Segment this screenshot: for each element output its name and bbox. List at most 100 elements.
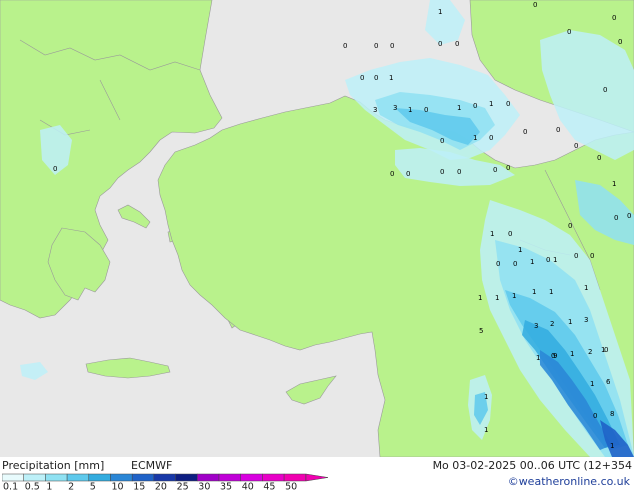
map-value: 1 <box>518 246 522 254</box>
legend-tick-label: 1 <box>46 482 52 490</box>
map-value: 0 <box>618 38 622 46</box>
map-value: 0 <box>513 260 517 268</box>
map-value: 1 <box>536 354 540 362</box>
legend-title: Precipitation [mm] <box>2 459 105 472</box>
legend-tick-label: 50 <box>285 482 297 490</box>
legend-swatch <box>262 473 285 482</box>
map-value: 3 <box>584 316 588 324</box>
map-value: 1 <box>438 8 442 16</box>
map-value: 1 <box>610 442 614 450</box>
map-value: 0 <box>627 212 631 220</box>
map-value: 6 <box>606 378 611 386</box>
map-value: 1 <box>530 258 534 266</box>
map-value: 0 <box>440 137 444 145</box>
legend-swatches <box>2 473 307 482</box>
legend-swatch <box>175 473 198 482</box>
map-value: 1 <box>570 350 574 358</box>
map-value: 1 <box>408 106 412 114</box>
precipitation-map: 1 0 0 0 0 0 0 0 0 0 0 0 1 0 3 3 1 0 1 0 … <box>0 0 634 457</box>
legend-tick-label: 5 <box>90 482 96 490</box>
legend-swatch <box>131 473 155 482</box>
map-value: 1 <box>590 380 594 388</box>
map-value: 8 <box>610 410 614 418</box>
map-canvas: 1 0 0 0 0 0 0 0 0 0 0 0 1 0 3 3 1 0 1 0 … <box>0 0 634 457</box>
map-value: 1 <box>389 74 393 82</box>
legend-tick-label: 35 <box>220 482 232 490</box>
legend-swatch <box>2 473 24 482</box>
credit-link[interactable]: ©weatheronline.co.uk <box>508 475 630 488</box>
model-name: ECMWF <box>131 459 173 472</box>
map-value: 0 <box>603 86 607 94</box>
legend-tick-label: 0.1 <box>3 482 18 490</box>
map-value: 1 <box>512 292 516 300</box>
map-value: 0 <box>590 252 594 260</box>
map-value: 1 <box>473 134 477 142</box>
map-value: 2 <box>588 348 592 356</box>
map-value: 1 <box>490 230 494 238</box>
map-value: 0 <box>574 252 578 260</box>
legend-swatch <box>218 473 241 482</box>
map-value: 0 <box>374 74 378 82</box>
map-value: 1 <box>484 426 488 434</box>
map-value: 0 <box>406 170 410 178</box>
map-value: 0 <box>508 230 512 238</box>
legend-swatch <box>23 473 46 482</box>
map-value: 9 <box>553 352 557 360</box>
map-value: 0 <box>612 14 616 22</box>
legend-tick-label: 10 <box>112 482 124 490</box>
map-value: 3 <box>373 106 377 114</box>
map-value: 0 <box>493 166 497 174</box>
legend-tick-label: 20 <box>155 482 167 490</box>
map-value: 0 <box>523 128 527 136</box>
valid-time: Mo 03-02-2025 00..06 UTC (12+354 <box>432 459 632 472</box>
map-value: 0 <box>567 28 571 36</box>
legend-tick-label: 2 <box>68 482 74 490</box>
map-value: 1 <box>568 318 572 326</box>
legend-swatch <box>283 473 307 482</box>
map-value: 0 <box>604 346 608 354</box>
legend-tick-label: 0.5 <box>25 482 40 490</box>
legend-swatch <box>240 473 263 482</box>
map-value: 0 <box>390 170 394 178</box>
map-value: 1 <box>612 180 616 188</box>
map-value: 0 <box>556 126 560 134</box>
map-value: 0 <box>489 134 493 142</box>
map-value: 1 <box>478 294 482 302</box>
map-value: 0 <box>533 1 537 9</box>
map-value: 0 <box>455 40 459 48</box>
map-value: 0 <box>438 40 442 48</box>
legend-ticks: 0.1 0.5 1 2 5 10 15 20 25 30 35 40 45 50 <box>3 482 297 490</box>
map-value: 0 <box>343 42 347 50</box>
color-legend: 0.1 0.5 1 2 5 10 15 20 25 30 35 40 45 50 <box>2 473 329 490</box>
legend-swatch <box>153 473 176 482</box>
map-value: 1 <box>484 393 488 401</box>
map-value: 0 <box>593 412 597 420</box>
map-value: 0 <box>506 164 510 172</box>
map-value: 1 <box>553 256 557 264</box>
map-value: 0 <box>374 42 378 50</box>
map-value: 1 <box>584 284 588 292</box>
map-value: 0 <box>473 102 477 110</box>
map-value: 0 <box>390 42 394 50</box>
map-value: 0 <box>546 256 550 264</box>
map-value: 3 <box>534 322 538 330</box>
legend-arrow <box>305 473 329 482</box>
legend-swatch <box>45 473 68 482</box>
map-value: 0 <box>574 142 578 150</box>
legend-tick-label: 40 <box>242 482 254 490</box>
map-value: 3 <box>393 104 397 112</box>
map-value: 0 <box>496 260 500 268</box>
legend-tick-label: 45 <box>263 482 275 490</box>
map-value: 0 <box>53 165 57 173</box>
map-value: 0 <box>568 222 572 230</box>
map-value: 5 <box>479 327 483 335</box>
legend-swatch <box>110 473 133 482</box>
map-value: 0 <box>506 100 510 108</box>
map-value: 0 <box>597 154 601 162</box>
legend-tick-label: 25 <box>177 482 189 490</box>
footer-bar: Precipitation [mm] ECMWF Mo 03-02-2025 0… <box>0 457 634 490</box>
map-value: 1 <box>549 288 553 296</box>
map-value: 2 <box>550 320 554 328</box>
map-value: 1 <box>495 294 499 302</box>
map-value: 1 <box>489 100 493 108</box>
